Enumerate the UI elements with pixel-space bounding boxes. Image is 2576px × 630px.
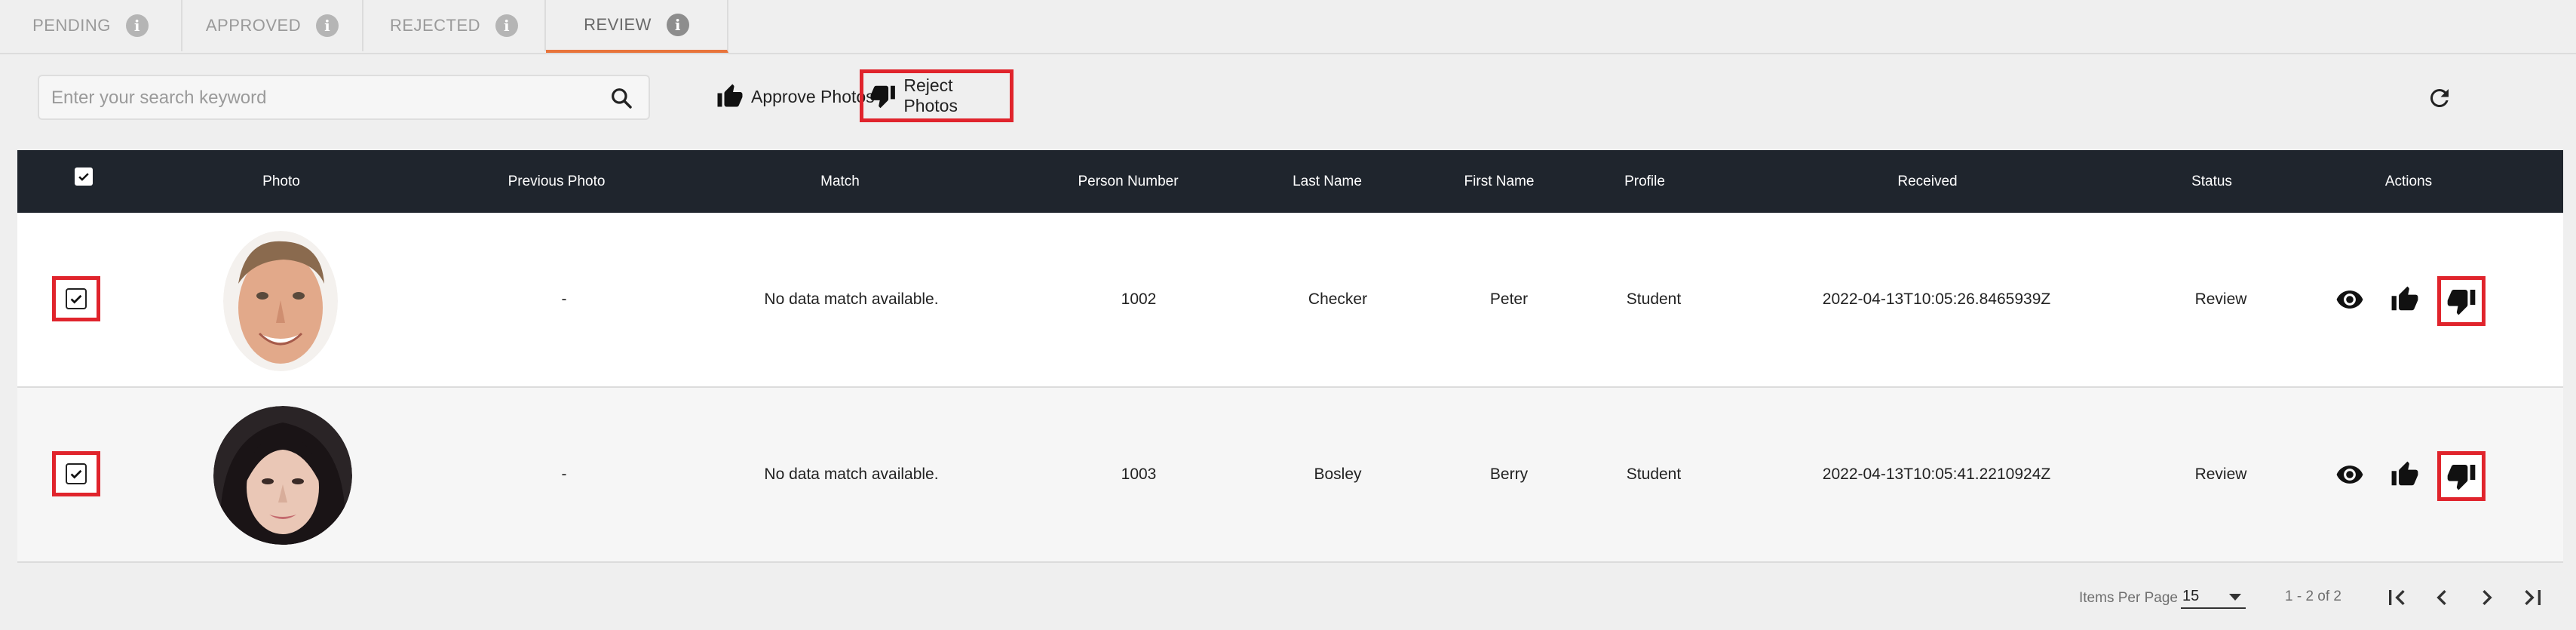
column-header-photo[interactable]: Photo [262, 150, 300, 213]
previous-page-icon[interactable] [2427, 582, 2457, 613]
column-header-first-name[interactable]: First Name [1464, 150, 1535, 213]
profile-cell: Student [1626, 290, 1682, 308]
status-tabs: PENDING i APPROVED i REJECTED i REVIEW i [0, 0, 728, 53]
reject-button[interactable] [2437, 451, 2486, 501]
info-icon[interactable]: i [666, 14, 689, 36]
next-page-icon[interactable] [2472, 582, 2502, 613]
view-button[interactable] [2335, 213, 2364, 386]
tab-label: PENDING [32, 16, 111, 35]
tab-label: REJECTED [389, 16, 481, 35]
photo-review-table: Photo Previous Photo Match Person Number… [17, 150, 2563, 563]
profile-cell: Student [1626, 466, 1682, 483]
person-number-cell: 1003 [1121, 466, 1157, 483]
last-name-cell: Checker [1308, 290, 1368, 308]
thumbs-up-icon [717, 84, 743, 107]
table-header: Photo Previous Photo Match Person Number… [17, 150, 2563, 213]
person-photo[interactable] [213, 406, 352, 545]
tab-label: APPROVED [205, 16, 302, 35]
thumbs-down-icon [870, 85, 895, 109]
status-cell: Review [2194, 290, 2247, 308]
thumbs-down-icon [2447, 290, 2476, 315]
tabs-divider [0, 53, 2576, 54]
thumbs-up-icon [2391, 286, 2418, 311]
select-all-checkbox[interactable] [75, 167, 93, 186]
search-icon[interactable] [609, 86, 633, 110]
column-header-received[interactable]: Received [1897, 150, 1957, 213]
refresh-icon[interactable] [2426, 85, 2453, 112]
search-input[interactable] [50, 76, 581, 120]
first-page-icon[interactable] [2381, 582, 2412, 613]
info-icon[interactable]: i [495, 14, 519, 37]
column-header-status[interactable]: Status [2191, 150, 2232, 213]
items-per-page-select[interactable]: 15 [2181, 585, 2246, 609]
check-icon [70, 294, 82, 304]
row-select-checkbox[interactable] [52, 451, 100, 496]
column-header-last-name[interactable]: Last Name [1293, 150, 1362, 213]
eye-icon [2336, 290, 2363, 309]
approve-button[interactable] [2390, 213, 2419, 386]
tab-rejected[interactable]: REJECTED i [363, 0, 546, 51]
dropdown-caret-icon [2229, 594, 2241, 601]
tab-approved[interactable]: APPROVED i [182, 0, 363, 51]
reject-button[interactable] [2437, 276, 2486, 326]
match-cell: No data match available. [764, 466, 939, 483]
previous-photo-cell: - [561, 466, 567, 483]
column-header-person-number[interactable]: Person Number [1078, 150, 1178, 213]
check-icon [78, 173, 89, 181]
info-icon[interactable]: i [125, 14, 149, 37]
first-name-cell: Peter [1489, 290, 1529, 308]
items-per-page-label: Items Per Page [2079, 590, 2178, 606]
info-icon[interactable]: i [316, 14, 339, 37]
eye-icon [2336, 466, 2363, 484]
last-page-icon[interactable] [2518, 582, 2548, 613]
check-icon [70, 469, 82, 479]
search-box [38, 75, 650, 120]
checkbox[interactable] [66, 463, 87, 484]
person-photo[interactable] [223, 231, 338, 371]
received-cell: 2022-04-13T10:05:26.8465939Z [1822, 290, 2051, 308]
status-cell: Review [2194, 466, 2247, 483]
page-range-label: 1 - 2 of 2 [2285, 589, 2341, 604]
person-number-cell: 1002 [1121, 290, 1157, 308]
tab-label: REVIEW [584, 15, 652, 34]
last-name-cell: Bosley [1314, 466, 1362, 483]
approve-photos-button[interactable]: Approve Photos [716, 83, 875, 110]
reject-photos-label: Reject Photos [903, 75, 958, 115]
previous-photo-cell: - [561, 290, 567, 308]
reject-photos-button[interactable]: Reject Photos [860, 69, 1014, 122]
match-cell: No data match available. [764, 290, 939, 308]
thumbs-up-icon [2391, 461, 2418, 486]
first-name-cell: Berry [1489, 466, 1529, 483]
checkbox[interactable] [66, 288, 87, 309]
column-header-previous-photo[interactable]: Previous Photo [508, 150, 606, 213]
approve-button[interactable] [2390, 388, 2419, 561]
column-header-profile[interactable]: Profile [1624, 150, 1665, 213]
table-row[interactable]: - No data match available. 1002 Checker … [17, 213, 2563, 388]
row-select-checkbox[interactable] [52, 276, 100, 321]
received-cell: 2022-04-13T10:05:41.2210924Z [1822, 466, 2051, 483]
items-per-page-value: 15 [2182, 588, 2200, 604]
column-header-actions: Actions [2384, 173, 2433, 189]
view-button[interactable] [2335, 388, 2364, 561]
approve-photos-label: Approve Photos [751, 86, 875, 106]
thumbs-down-icon [2447, 465, 2476, 490]
column-header-match[interactable]: Match [820, 150, 860, 213]
tab-review[interactable]: REVIEW i [546, 0, 728, 53]
table-row[interactable]: - No data match available. 1003 Bosley B… [17, 388, 2563, 563]
tab-pending[interactable]: PENDING i [0, 0, 182, 51]
